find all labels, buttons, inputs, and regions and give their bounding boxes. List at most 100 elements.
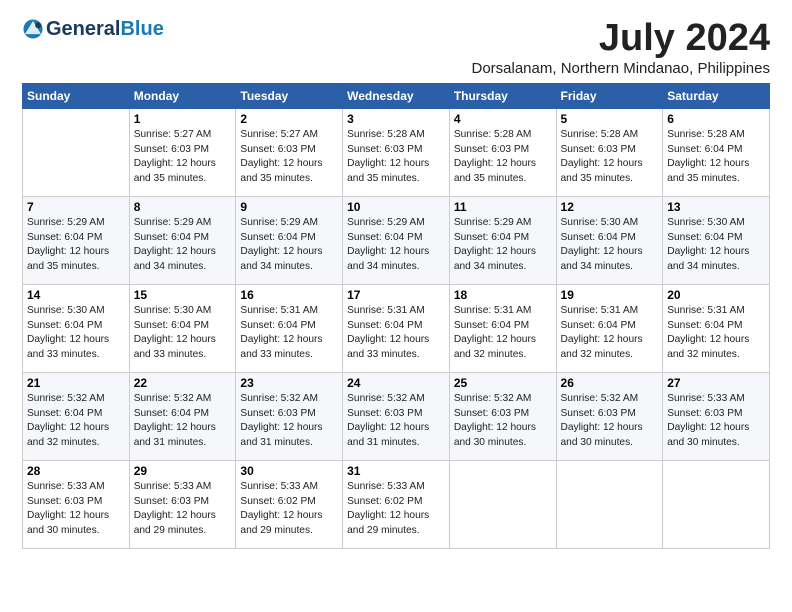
table-row: 14Sunrise: 5:30 AM Sunset: 6:04 PM Dayli… — [23, 284, 130, 372]
day-detail: Sunrise: 5:30 AM Sunset: 6:04 PM Dayligh… — [27, 304, 125, 363]
day-detail: Sunrise: 5:32 AM Sunset: 6:03 PM Dayligh… — [561, 392, 659, 451]
table-row: 9 Sunrise: 5:29 AM Sunset: 6:04 PM Daylig… — [236, 196, 343, 284]
logo-icon — [22, 18, 44, 40]
table-row: 8 Sunrise: 5:29 AM Sunset: 6:04 PM Daylig… — [129, 196, 236, 284]
table-row: 30 Sunrise: 5:33 AM Sunset: 6:02 PM Dayli… — [236, 460, 343, 548]
logo-general-text: General — [46, 19, 120, 39]
day-detail: Sunrise: 5:28 AM Sunset: 6:04 PM Dayligh… — [667, 128, 765, 187]
table-row — [23, 108, 130, 196]
day-number: 24 — [347, 376, 445, 390]
calendar-table: Sunday Monday Tuesday Wednesday Thursday… — [22, 83, 770, 549]
header: GeneralBlue July 2024 Dorsalanam, Northe… — [22, 18, 770, 77]
table-row — [663, 460, 770, 548]
title-month: July 2024 — [472, 18, 771, 60]
day-detail: Sunrise: 5:28 AM Sunset: 6:03 PM Dayligh… — [561, 128, 659, 187]
day-number: 3 — [347, 112, 445, 126]
page: GeneralBlue July 2024 Dorsalanam, Northe… — [0, 0, 792, 561]
week-row-3: 14Sunrise: 5:30 AM Sunset: 6:04 PM Dayli… — [23, 284, 770, 372]
logo: GeneralBlue — [22, 18, 164, 40]
col-friday: Friday — [556, 83, 663, 108]
day-number: 29 — [134, 464, 232, 478]
day-number: 9 — [240, 200, 338, 214]
table-row: 28 Sunrise: 5:33 AM Sunset: 6:03 PM Dayli… — [23, 460, 130, 548]
col-tuesday: Tuesday — [236, 83, 343, 108]
day-number: 28 — [27, 464, 125, 478]
table-row: 13 Sunrise: 5:30 AM Sunset: 6:04 PM Dayli… — [663, 196, 770, 284]
day-detail: Sunrise: 5:27 AM Sunset: 6:03 PM Dayligh… — [134, 128, 232, 187]
day-number: 10 — [347, 200, 445, 214]
table-row — [556, 460, 663, 548]
col-wednesday: Wednesday — [343, 83, 450, 108]
day-detail: Sunrise: 5:29 AM Sunset: 6:04 PM Dayligh… — [134, 216, 232, 275]
day-number: 23 — [240, 376, 338, 390]
day-detail: Sunrise: 5:29 AM Sunset: 6:04 PM Dayligh… — [240, 216, 338, 275]
col-sunday: Sunday — [23, 83, 130, 108]
day-number: 5 — [561, 112, 659, 126]
table-row: 25 Sunrise: 5:32 AM Sunset: 6:03 PM Dayli… — [449, 372, 556, 460]
table-row: 5 Sunrise: 5:28 AM Sunset: 6:03 PM Daylig… — [556, 108, 663, 196]
day-number: 8 — [134, 200, 232, 214]
day-detail: Sunrise: 5:31 AM Sunset: 6:04 PM Dayligh… — [561, 304, 659, 363]
table-row: 26 Sunrise: 5:32 AM Sunset: 6:03 PM Dayli… — [556, 372, 663, 460]
col-thursday: Thursday — [449, 83, 556, 108]
day-number: 13 — [667, 200, 765, 214]
week-row-1: 1Sunrise: 5:27 AM Sunset: 6:03 PM Daylig… — [23, 108, 770, 196]
day-detail: Sunrise: 5:29 AM Sunset: 6:04 PM Dayligh… — [347, 216, 445, 275]
day-detail: Sunrise: 5:31 AM Sunset: 6:04 PM Dayligh… — [240, 304, 338, 363]
day-number: 26 — [561, 376, 659, 390]
day-detail: Sunrise: 5:33 AM Sunset: 6:03 PM Dayligh… — [667, 392, 765, 451]
day-number: 7 — [27, 200, 125, 214]
day-detail: Sunrise: 5:33 AM Sunset: 6:03 PM Dayligh… — [134, 480, 232, 539]
table-row: 2Sunrise: 5:27 AM Sunset: 6:03 PM Daylig… — [236, 108, 343, 196]
table-row: 4Sunrise: 5:28 AM Sunset: 6:03 PM Daylig… — [449, 108, 556, 196]
day-number: 30 — [240, 464, 338, 478]
day-number: 15 — [134, 288, 232, 302]
day-number: 25 — [454, 376, 552, 390]
day-number: 16 — [240, 288, 338, 302]
day-number: 19 — [561, 288, 659, 302]
day-detail: Sunrise: 5:32 AM Sunset: 6:03 PM Dayligh… — [347, 392, 445, 451]
table-row: 19 Sunrise: 5:31 AM Sunset: 6:04 PM Dayli… — [556, 284, 663, 372]
day-number: 18 — [454, 288, 552, 302]
week-row-2: 7 Sunrise: 5:29 AM Sunset: 6:04 PM Daylig… — [23, 196, 770, 284]
day-detail: Sunrise: 5:32 AM Sunset: 6:04 PM Dayligh… — [27, 392, 125, 451]
day-detail: Sunrise: 5:33 AM Sunset: 6:02 PM Dayligh… — [347, 480, 445, 539]
table-row: 29 Sunrise: 5:33 AM Sunset: 6:03 PM Dayli… — [129, 460, 236, 548]
table-row: 21 Sunrise: 5:32 AM Sunset: 6:04 PM Dayli… — [23, 372, 130, 460]
day-number: 12 — [561, 200, 659, 214]
day-number: 21 — [27, 376, 125, 390]
table-row: 11Sunrise: 5:29 AM Sunset: 6:04 PM Dayli… — [449, 196, 556, 284]
col-saturday: Saturday — [663, 83, 770, 108]
day-detail: Sunrise: 5:30 AM Sunset: 6:04 PM Dayligh… — [667, 216, 765, 275]
day-detail: Sunrise: 5:32 AM Sunset: 6:03 PM Dayligh… — [240, 392, 338, 451]
table-row: 18 Sunrise: 5:31 AM Sunset: 6:04 PM Dayli… — [449, 284, 556, 372]
title-location: Dorsalanam, Northern Mindanao, Philippin… — [472, 60, 771, 77]
day-detail: Sunrise: 5:27 AM Sunset: 6:03 PM Dayligh… — [240, 128, 338, 187]
day-detail: Sunrise: 5:31 AM Sunset: 6:04 PM Dayligh… — [347, 304, 445, 363]
table-row: 10 Sunrise: 5:29 AM Sunset: 6:04 PM Dayli… — [343, 196, 450, 284]
day-number: 4 — [454, 112, 552, 126]
table-row — [449, 460, 556, 548]
day-detail: Sunrise: 5:30 AM Sunset: 6:04 PM Dayligh… — [134, 304, 232, 363]
table-row: 16 Sunrise: 5:31 AM Sunset: 6:04 PM Dayli… — [236, 284, 343, 372]
table-row: 3Sunrise: 5:28 AM Sunset: 6:03 PM Daylig… — [343, 108, 450, 196]
table-row: 12Sunrise: 5:30 AM Sunset: 6:04 PM Dayli… — [556, 196, 663, 284]
day-number: 17 — [347, 288, 445, 302]
table-row: 31Sunrise: 5:33 AM Sunset: 6:02 PM Dayli… — [343, 460, 450, 548]
col-monday: Monday — [129, 83, 236, 108]
title-block: July 2024 Dorsalanam, Northern Mindanao,… — [472, 18, 771, 77]
table-row: 1Sunrise: 5:27 AM Sunset: 6:03 PM Daylig… — [129, 108, 236, 196]
day-detail: Sunrise: 5:32 AM Sunset: 6:03 PM Dayligh… — [454, 392, 552, 451]
logo-blue-text: Blue — [120, 19, 163, 39]
week-row-4: 21 Sunrise: 5:32 AM Sunset: 6:04 PM Dayli… — [23, 372, 770, 460]
day-detail: Sunrise: 5:29 AM Sunset: 6:04 PM Dayligh… — [454, 216, 552, 275]
day-number: 22 — [134, 376, 232, 390]
header-row: Sunday Monday Tuesday Wednesday Thursday… — [23, 83, 770, 108]
table-row: 7Sunrise: 5:29 AM Sunset: 6:04 PM Daylig… — [23, 196, 130, 284]
day-detail: Sunrise: 5:33 AM Sunset: 6:02 PM Dayligh… — [240, 480, 338, 539]
table-row: 24 Sunrise: 5:32 AM Sunset: 6:03 PM Dayli… — [343, 372, 450, 460]
day-detail: Sunrise: 5:33 AM Sunset: 6:03 PM Dayligh… — [27, 480, 125, 539]
day-detail: Sunrise: 5:31 AM Sunset: 6:04 PM Dayligh… — [454, 304, 552, 363]
table-row: 15 Sunrise: 5:30 AM Sunset: 6:04 PM Dayli… — [129, 284, 236, 372]
table-row: 22Sunrise: 5:32 AM Sunset: 6:04 PM Dayli… — [129, 372, 236, 460]
